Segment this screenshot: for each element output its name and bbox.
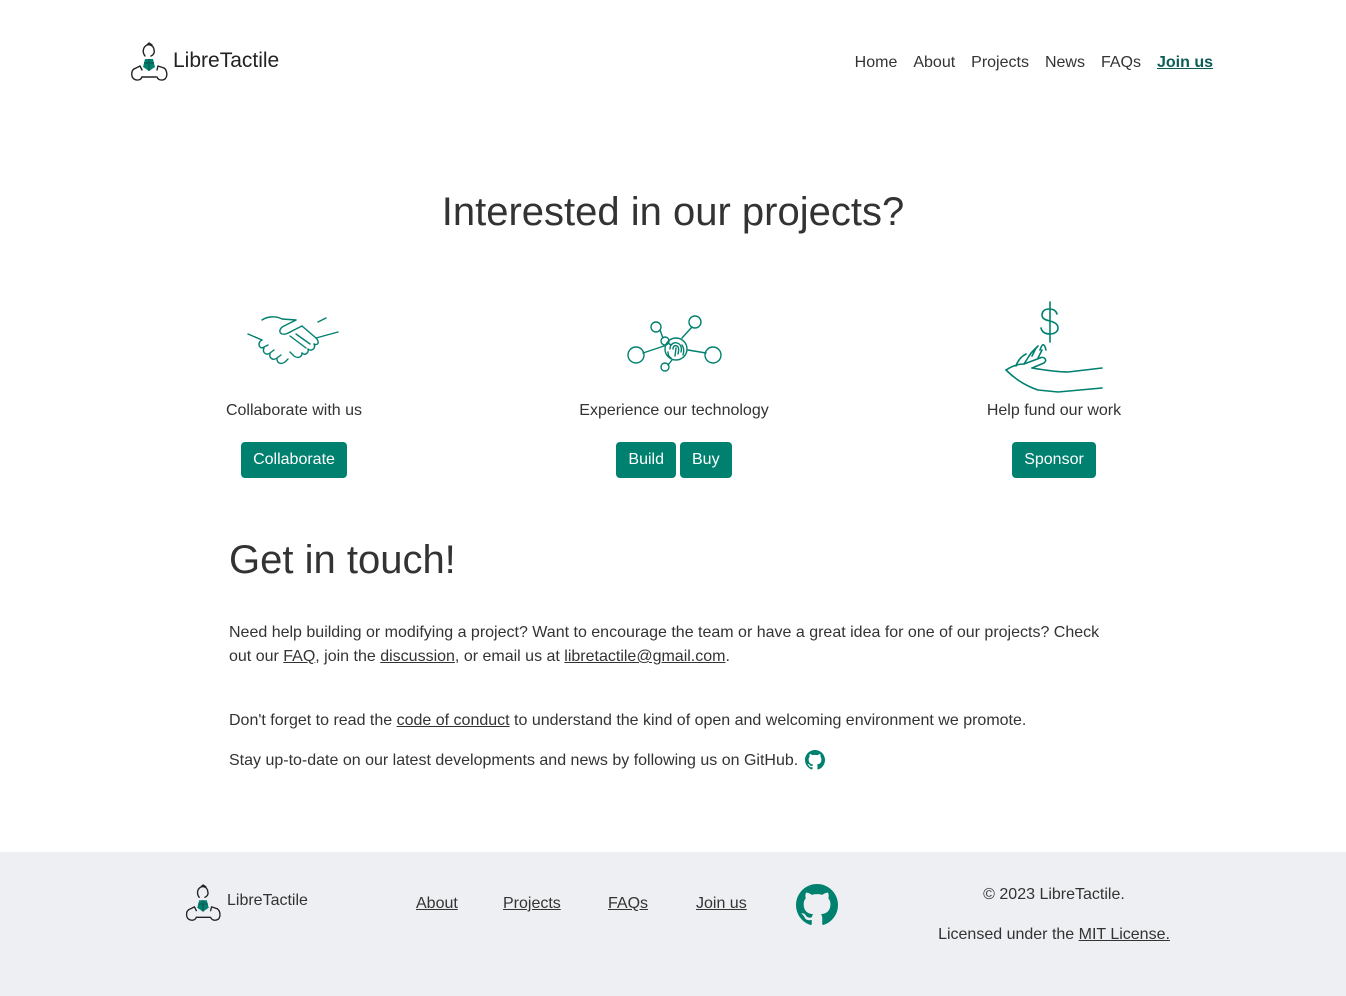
brand-link[interactable]: LibreTactile xyxy=(128,42,279,84)
conduct-text: Don't forget to read the xyxy=(229,712,397,729)
license-line: Licensed under the MIT License. xyxy=(904,926,1204,944)
mit-license-link[interactable]: MIT License. xyxy=(1079,926,1170,943)
github-icon xyxy=(796,884,838,925)
github-icon xyxy=(804,750,825,770)
faq-link[interactable]: FAQ xyxy=(283,648,315,665)
nav-news[interactable]: News xyxy=(1045,53,1085,73)
collaborate-card: Collaborate with us Collaborate xyxy=(104,296,484,478)
footer-join-us-link[interactable]: Join us xyxy=(696,895,747,913)
github-text: Stay up-to-date on our latest developmen… xyxy=(229,752,799,769)
license-text: Licensed under the xyxy=(938,926,1079,943)
help-text-4: . xyxy=(725,648,730,665)
email-link[interactable]: libretactile@gmail.com xyxy=(564,648,725,665)
footer-about-link[interactable]: About xyxy=(416,895,458,913)
technology-label: Experience our technology xyxy=(579,402,769,419)
sponsor-button[interactable]: Sponsor xyxy=(1012,442,1096,478)
footer-brand-link[interactable]: LibreTactile xyxy=(183,884,308,924)
hand-logo-icon xyxy=(185,884,221,921)
fund-label: Help fund our work xyxy=(986,402,1122,419)
nav-faqs[interactable]: FAQs xyxy=(1101,53,1141,73)
help-paragraph: Need help building or modifying a projec… xyxy=(229,621,1119,669)
discussion-link[interactable]: discussion xyxy=(380,648,455,665)
copyright-text: © 2023 LibreTactile. xyxy=(983,886,1125,903)
nav-home[interactable]: Home xyxy=(855,53,898,73)
github-paragraph: Stay up-to-date on our latest developmen… xyxy=(229,749,1119,773)
footer-projects-link[interactable]: Projects xyxy=(503,895,561,913)
main-nav: Home About Projects News FAQs Join us xyxy=(855,53,1213,73)
nav-projects[interactable]: Projects xyxy=(971,53,1029,73)
nav-join-us[interactable]: Join us xyxy=(1157,53,1213,73)
github-inline-link[interactable] xyxy=(803,750,825,770)
top-navbar: LibreTactile Home About Projects News FA… xyxy=(0,0,1346,126)
footer-faqs-link[interactable]: FAQs xyxy=(608,895,648,913)
handshake-icon xyxy=(247,316,339,365)
footer-brand-name: LibreTactile xyxy=(227,892,308,909)
get-in-touch-section: Get in touch! Need help building or modi… xyxy=(229,538,1119,773)
collaborate-label: Collaborate with us xyxy=(225,402,363,419)
conduct-text-2: to understand the kind of open and welco… xyxy=(509,712,1027,729)
help-text-3: , or email us at xyxy=(454,648,565,665)
help-text-2: , join the xyxy=(315,648,381,665)
hand-logo-icon xyxy=(131,42,168,81)
footer: LibreTactile About Projects FAQs Join us… xyxy=(0,852,1346,996)
hero-title: Interested in our projects? xyxy=(441,190,905,234)
code-of-conduct-link[interactable]: code of conduct xyxy=(397,712,510,729)
hand-dollar-icon xyxy=(1005,301,1103,393)
nav-about[interactable]: About xyxy=(913,53,955,73)
technology-card: Experience our technology Build Buy xyxy=(484,296,864,478)
build-button[interactable]: Build xyxy=(616,442,676,478)
network-fingerprint-icon xyxy=(627,315,722,372)
conduct-paragraph: Don't forget to read the code of conduct… xyxy=(229,709,1119,733)
footer-github-link[interactable] xyxy=(796,884,838,926)
buy-button[interactable]: Buy xyxy=(680,442,732,478)
brand-name: LibreTactile xyxy=(173,49,280,72)
collaborate-button[interactable]: Collaborate xyxy=(241,442,347,478)
get-in-touch-title: Get in touch! xyxy=(229,538,456,582)
fund-card: Help fund our work Sponsor xyxy=(864,296,1244,478)
